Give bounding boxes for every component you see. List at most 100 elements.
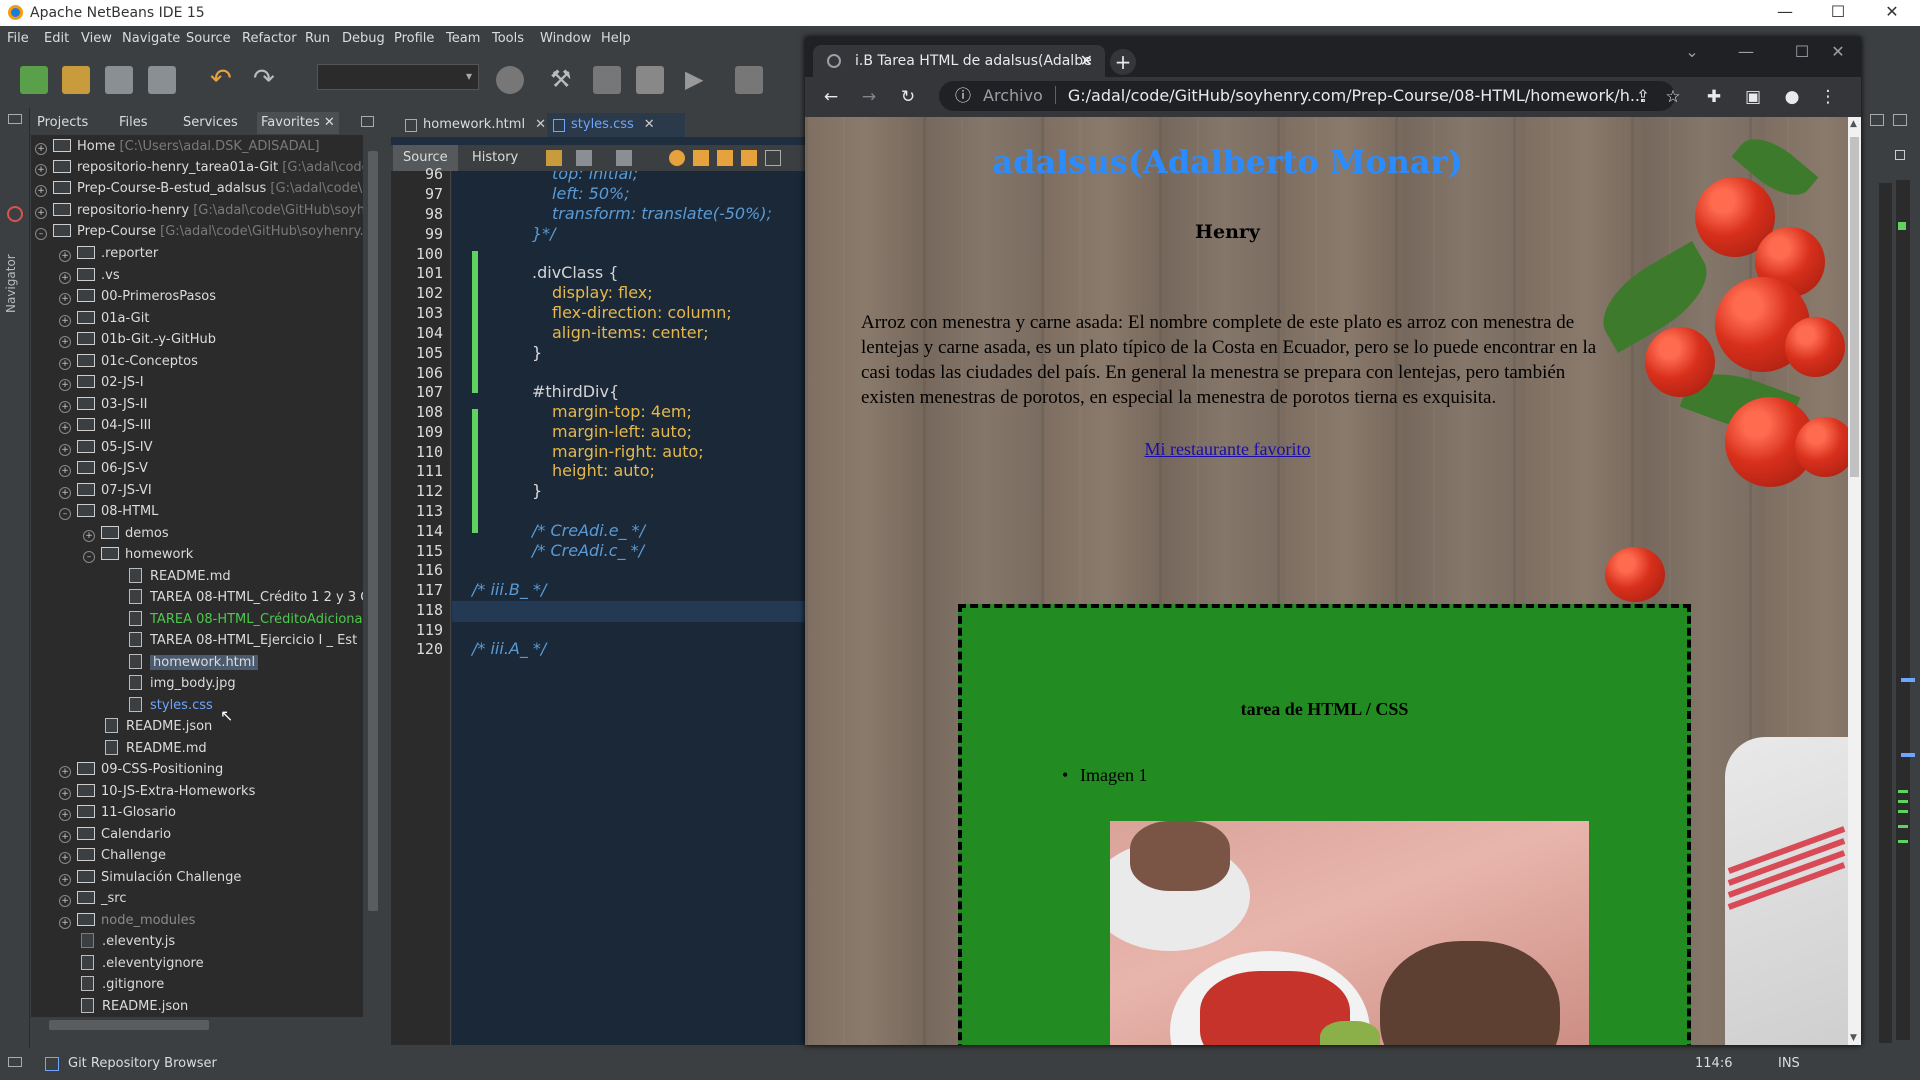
collapse-toggle-icon[interactable]: + <box>35 143 47 155</box>
navigator-icon[interactable] <box>7 206 23 222</box>
tree-node[interactable]: +05-JS-IV <box>59 437 152 458</box>
close-icon[interactable]: ✕ <box>644 117 655 132</box>
minimize-button[interactable]: — <box>1723 37 1769 67</box>
tree-node[interactable]: – Prep-Course [G:\adal\code\GitHub\soyhen… <box>35 221 363 242</box>
address-bar[interactable]: ⓘ Archivo G:/adal/code/GitHub/soyhenry.com… <box>939 81 1675 111</box>
page-scrollbar[interactable]: ▲ ▼ <box>1848 117 1861 1045</box>
collapse-toggle-icon[interactable]: + <box>35 185 47 197</box>
tree-file[interactable]: README.json <box>105 716 212 737</box>
collapse-toggle-icon[interactable]: + <box>59 487 71 499</box>
menu-icon[interactable]: ⋮ <box>1816 85 1840 109</box>
collapse-toggle-icon[interactable]: + <box>35 164 47 176</box>
tree-node[interactable]: +01a-Git <box>59 308 149 329</box>
tab-favorites[interactable]: Favorites ✕ <box>257 112 339 134</box>
tree-node[interactable]: + Prep-Course-B-estud_adalsus [G:\adal\co… <box>35 178 363 199</box>
tree-node[interactable]: +07-JS-VI <box>59 480 152 501</box>
tree-vertical-scrollbar[interactable] <box>365 135 381 1017</box>
forward-icon[interactable] <box>616 150 632 166</box>
tree-file[interactable]: TAREA 08-HTML_Crédito 1 2 y 3 O <box>129 587 363 608</box>
tree-file[interactable]: README.md <box>129 566 231 587</box>
star-icon[interactable]: ☆ <box>1661 85 1685 109</box>
close-icon[interactable]: ✕ <box>324 115 335 130</box>
tree-file[interactable]: TAREA 08-HTML_Ejercicio I _ Est <box>129 630 357 651</box>
run-icon[interactable]: ▶ <box>685 66 713 94</box>
code-text-area[interactable]: top: initial; left: 50%; transform: tran… <box>452 171 811 1045</box>
tree-node[interactable]: + .vs <box>59 265 120 286</box>
collapse-toggle-icon[interactable]: + <box>59 336 71 348</box>
tree-node[interactable]: +04-JS-III <box>59 415 151 436</box>
configuration-select[interactable] <box>317 64 479 90</box>
new-project-icon[interactable] <box>62 66 90 94</box>
collapse-toggle-icon[interactable]: + <box>83 530 95 542</box>
collapse-toggle-icon[interactable]: + <box>35 207 47 219</box>
menu-view[interactable]: View <box>81 31 112 46</box>
tree-node[interactable]: + Challenge <box>59 845 166 866</box>
tree-node[interactable]: + node_modules <box>59 910 195 931</box>
test-icon[interactable] <box>636 66 664 94</box>
minimize-panel-icon[interactable] <box>361 116 374 127</box>
collapse-toggle-icon[interactable]: + <box>59 809 71 821</box>
tree-node[interactable]: +01b-Git.-y-GitHub <box>59 329 216 350</box>
close-icon[interactable]: ✕ <box>535 117 546 132</box>
tree-file[interactable]: .eleventyignore <box>81 953 204 974</box>
maximize-editor-icon[interactable] <box>1893 114 1907 126</box>
minimize-button[interactable]: — <box>1765 2 1805 21</box>
tree-file[interactable]: .gitignore <box>81 974 164 995</box>
dropdown-icon[interactable] <box>1870 114 1884 126</box>
tree-file[interactable]: TAREA 08-HTML_CréditoAdicional <box>129 609 363 630</box>
tree-node[interactable]: + repositorio-henry_tarea01a-Git [G:\adal… <box>35 157 363 178</box>
menu-debug[interactable]: Debug <box>342 31 385 46</box>
tree-node[interactable]: –08-HTML <box>59 501 158 522</box>
menu-file[interactable]: File <box>7 31 29 46</box>
tree-node[interactable]: +09-CSS-Positioning <box>59 759 223 780</box>
new-file-icon[interactable] <box>20 66 48 94</box>
expand-toggle-icon[interactable]: – <box>59 508 71 520</box>
tree-node[interactable]: + Home [C:\Users\adal.DSK_ADISADAL] <box>35 136 320 157</box>
tree-horizontal-scrollbar[interactable] <box>31 1017 363 1033</box>
tab-homework-html[interactable]: homework.html ✕ <box>399 113 546 137</box>
tree-node[interactable]: + Calendario <box>59 824 171 845</box>
find-next-icon[interactable] <box>717 150 733 166</box>
scroll-thumb[interactable] <box>368 151 378 911</box>
undo-icon[interactable]: ↶ <box>210 66 238 94</box>
collapse-toggle-icon[interactable]: + <box>59 444 71 456</box>
sidebar-icon[interactable]: ▣ <box>1741 85 1765 109</box>
extensions-icon[interactable]: ✚ <box>1702 85 1726 109</box>
menu-run[interactable]: Run <box>305 31 330 46</box>
tree-file[interactable]: styles.css <box>129 695 213 716</box>
redo-icon[interactable]: ↷ <box>253 66 281 94</box>
tree-node[interactable]: + _src <box>59 888 126 909</box>
tree-node[interactable]: +02-JS-I <box>59 372 144 393</box>
collapse-toggle-icon[interactable]: + <box>59 379 71 391</box>
editor-scrollbar[interactable] <box>1879 183 1892 1043</box>
collapse-toggle-icon[interactable]: + <box>59 465 71 477</box>
scroll-up-icon[interactable]: ▲ <box>1850 119 1857 129</box>
scroll-thumb[interactable] <box>49 1020 209 1030</box>
expand-toggle-icon[interactable]: – <box>35 228 47 240</box>
collapse-toggle-icon[interactable]: + <box>59 293 71 305</box>
collapse-toggle-icon[interactable]: + <box>59 788 71 800</box>
scroll-down-icon[interactable]: ▼ <box>1850 1033 1857 1043</box>
collapse-toggle-icon[interactable]: + <box>59 315 71 327</box>
toggle-highlight-icon[interactable] <box>741 150 757 166</box>
last-edit-icon[interactable] <box>546 150 562 166</box>
tree-node[interactable]: +10-JS-Extra-Homeworks <box>59 781 255 802</box>
profile-icon[interactable]: ● <box>1780 85 1804 109</box>
collapse-toggle-icon[interactable]: + <box>59 831 71 843</box>
close-button[interactable]: ✕ <box>1872 2 1912 21</box>
share-icon[interactable]: ⇪ <box>1631 85 1655 109</box>
collapse-toggle-icon[interactable]: + <box>59 422 71 434</box>
tree-file[interactable]: img_body.jpg <box>129 673 236 694</box>
menu-help[interactable]: Help <box>601 31 631 46</box>
collapse-toggle-icon[interactable]: + <box>59 895 71 907</box>
save-all-icon[interactable] <box>148 66 176 94</box>
tree-file[interactable]: README.md <box>105 738 207 759</box>
clean-build-icon[interactable] <box>593 66 621 94</box>
open-project-icon[interactable] <box>105 66 133 94</box>
favorite-restaurant-link-text[interactable]: Mi restaurante favorito <box>1145 439 1311 459</box>
history-mode-button[interactable]: History <box>462 145 528 171</box>
tree-file-selected[interactable]: homework.html <box>129 652 259 673</box>
tree-node[interactable]: +03-JS-II <box>59 394 147 415</box>
tree-node[interactable]: +00-PrimerosPasos <box>59 286 216 307</box>
maximize-button[interactable]: ☐ <box>1818 2 1858 21</box>
